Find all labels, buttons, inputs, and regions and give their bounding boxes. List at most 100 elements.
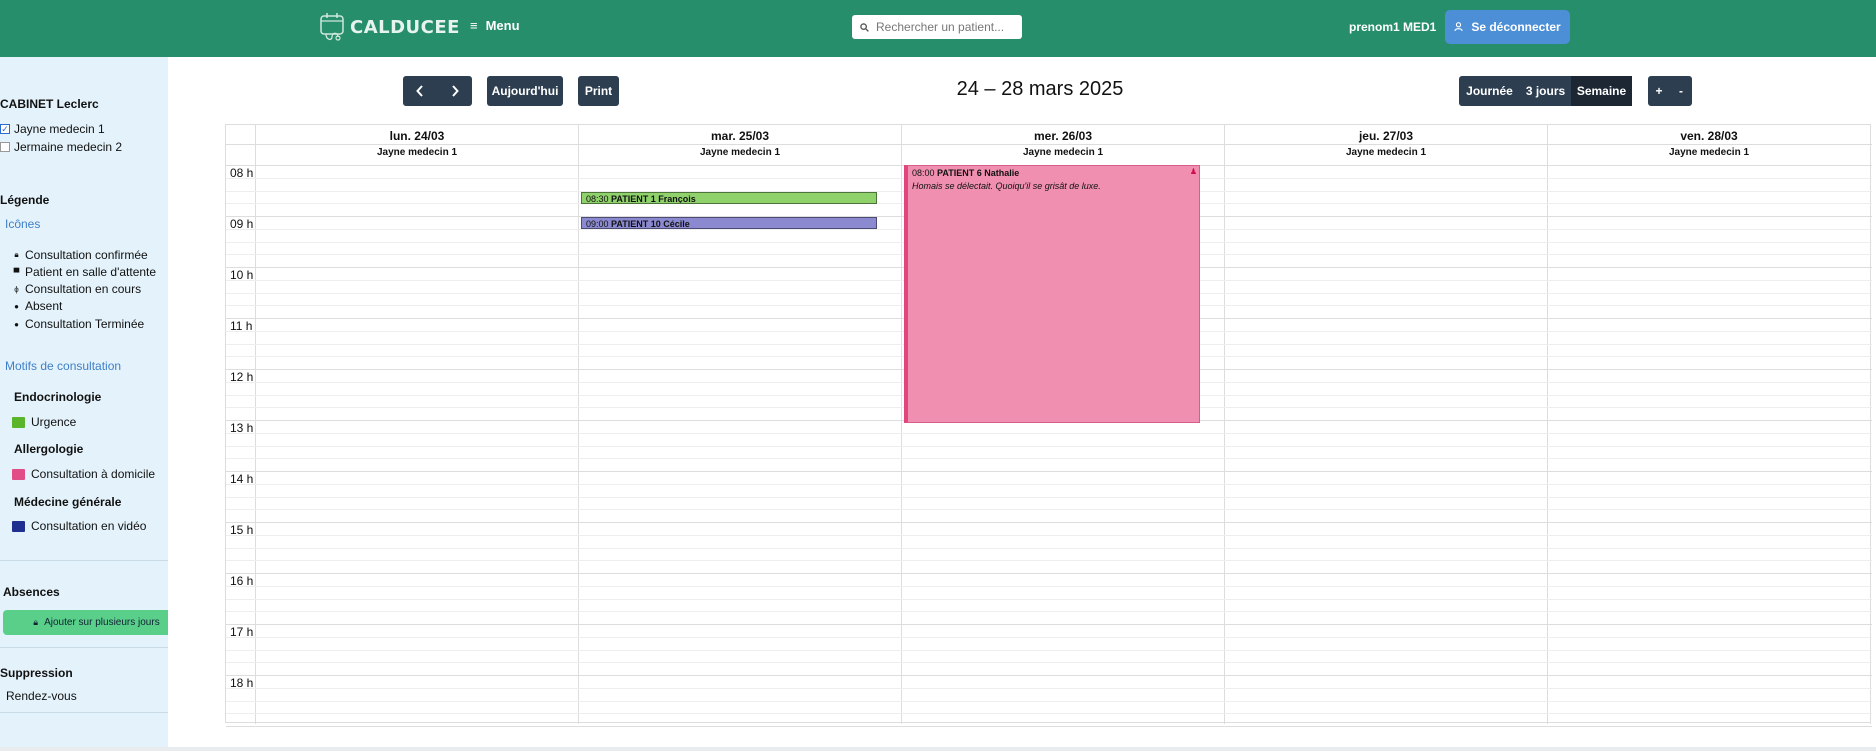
zoom-out-button[interactable]: - — [1670, 76, 1692, 106]
hour-line — [226, 471, 1872, 472]
resource-header: Jayne medecin 1 — [1022, 147, 1104, 158]
hour-line — [226, 522, 1872, 523]
motif-category: Endocrinologie — [14, 390, 102, 404]
absences-title: Absences — [3, 585, 60, 599]
event-heading: 08:00 PATIENT 6 Nathalie — [912, 168, 1195, 178]
motifs-section-toggle[interactable]: Motifs de consultation − — [5, 359, 188, 373]
practitioner-label: Jayne medecin 1 — [14, 122, 105, 136]
add-absence-button[interactable]: 🔒︎ Ajouter sur plusieurs jours — [3, 610, 190, 635]
day-header[interactable]: lun. 24/03 — [256, 129, 578, 143]
question-circle-icon: ● — [14, 301, 19, 311]
day-column[interactable]: jeu. 27/03 Jayne medecin 1 — [1225, 125, 1548, 724]
hour-label: 10 h — [230, 268, 254, 282]
hour-label: 08 h — [230, 166, 254, 180]
legend-item: ϕ Consultation en cours — [12, 282, 141, 296]
practitioner-checkbox-1[interactable]: ✓ Jayne medecin 1 — [0, 122, 105, 136]
search-input[interactable] — [876, 20, 1016, 34]
logo-text: CALDUCEE — [350, 16, 460, 38]
event-time: 08:00 — [912, 168, 935, 178]
day-column[interactable]: ven. 28/03 Jayne medecin 1 — [1548, 125, 1871, 724]
slot-line — [226, 662, 1872, 664]
view-week-button[interactable]: Semaine — [1571, 76, 1632, 106]
slot-line — [226, 611, 1872, 613]
day-header[interactable]: mer. 26/03 — [902, 129, 1224, 143]
week-calendar: lun. 24/03 Jayne medecin 1 mar. 25/03 Jayne… — [225, 124, 1872, 727]
hour-label: 15 h — [230, 523, 254, 537]
app-logo[interactable]: CALDUCEE — [318, 10, 460, 44]
hour-line — [226, 624, 1872, 625]
appointment-event[interactable]: 09:00 PATIENT 10 Cécile — [581, 217, 877, 229]
stethoscope-icon: ϕ — [14, 284, 19, 294]
appointment-event[interactable]: 08:00 PATIENT 6 Nathalie Homais se délect… — [904, 165, 1200, 423]
hour-label: 12 h — [230, 370, 254, 384]
legend-label: Consultation en cours — [25, 282, 142, 296]
legend-item: 🔒︎ Consultation confirmée — [12, 248, 147, 262]
event-title: PATIENT 10 Cécile — [611, 219, 690, 229]
event-title: PATIENT 6 Nathalie — [937, 168, 1020, 178]
slot-line — [226, 585, 1872, 587]
slot-line — [226, 483, 1872, 485]
event-title: PATIENT 1 François — [611, 193, 696, 204]
motif-item-urgence[interactable]: Urgence — [12, 415, 76, 429]
motif-item-domicile[interactable]: Consultation à domicile — [12, 467, 155, 481]
motif-category: Médecine générale — [14, 495, 122, 509]
slot-line — [226, 598, 1872, 600]
slot-line — [226, 649, 1872, 651]
day-header[interactable]: ven. 28/03 — [1548, 129, 1870, 143]
suppression-select[interactable]: Rendez-vous — [6, 689, 188, 703]
divider — [0, 560, 195, 561]
logo-icon — [320, 13, 344, 41]
day-column[interactable]: mar. 25/03 Jayne medecin 1 — [579, 125, 902, 724]
practitioner-checkbox-2[interactable]: Jermaine medecin 2 — [0, 140, 122, 154]
slot-line — [226, 458, 1872, 460]
day-column[interactable]: lun. 24/03 Jayne medecin 1 — [256, 125, 579, 724]
day-header[interactable]: jeu. 27/03 — [1225, 129, 1547, 143]
prev-button[interactable] — [403, 76, 438, 106]
suppression-value: Rendez-vous — [6, 689, 77, 703]
motifs-section-label: Motifs de consultation — [5, 359, 122, 373]
menu-button[interactable]: ≡ Menu — [470, 18, 520, 33]
legend-label: Absent — [25, 299, 63, 313]
header-separator — [226, 144, 1872, 145]
next-button[interactable] — [438, 76, 473, 106]
slot-line — [226, 496, 1872, 498]
resource-header: Jayne medecin 1 — [1668, 147, 1750, 158]
motif-label: Urgence — [31, 415, 77, 429]
chevron-right-icon — [452, 85, 459, 97]
legend-title: Légende — [0, 193, 50, 207]
patient-search[interactable] — [852, 15, 1022, 39]
slot-line — [226, 547, 1872, 549]
search-icon — [860, 22, 869, 32]
legend-item: ▀ Patient en salle d'attente — [12, 265, 156, 279]
today-button[interactable]: Aujourd'hui — [487, 76, 563, 106]
date-range-title: 24 – 28 mars 2025 — [956, 78, 1124, 100]
hour-label: 17 h — [230, 625, 254, 639]
suppression-title: Suppression — [0, 666, 73, 680]
motif-label: Consultation en vidéo — [31, 519, 147, 533]
slot-line — [226, 700, 1872, 702]
day-header[interactable]: mar. 25/03 — [579, 129, 901, 143]
slot-line — [226, 445, 1872, 447]
checkbox-unchecked-icon[interactable] — [0, 142, 10, 152]
icons-section-toggle[interactable]: Icônes − — [5, 217, 188, 231]
hour-line — [226, 675, 1872, 676]
print-button[interactable]: Print — [578, 76, 619, 106]
menu-label: Menu — [485, 18, 520, 33]
checkbox-checked-icon[interactable]: ✓ — [0, 124, 10, 134]
legend-label: Consultation Terminée — [25, 317, 145, 331]
divider — [0, 647, 195, 648]
view-day-button[interactable]: Journée — [1459, 76, 1520, 106]
add-absence-label: Ajouter sur plusieurs jours — [44, 617, 160, 628]
zoom-group: + - — [1648, 76, 1692, 106]
zoom-in-button[interactable]: + — [1648, 76, 1670, 106]
motif-item-video[interactable]: Consultation en vidéo — [12, 519, 146, 533]
practitioner-label: Jermaine medecin 2 — [14, 140, 123, 154]
resource-header: Jayne medecin 1 — [699, 147, 781, 158]
date-nav-group — [403, 76, 472, 106]
user-icon — [1454, 22, 1463, 32]
appointment-event[interactable]: 08:30 PATIENT 1 François — [581, 191, 877, 204]
top-navbar: CALDUCEE ≡ Menu prenom1 MED1 Se déconnec… — [0, 0, 1876, 57]
check-circle-icon: ● — [14, 319, 19, 329]
view-3days-button[interactable]: 3 jours — [1520, 76, 1571, 106]
logout-button[interactable]: Se déconnecter — [1445, 10, 1570, 44]
